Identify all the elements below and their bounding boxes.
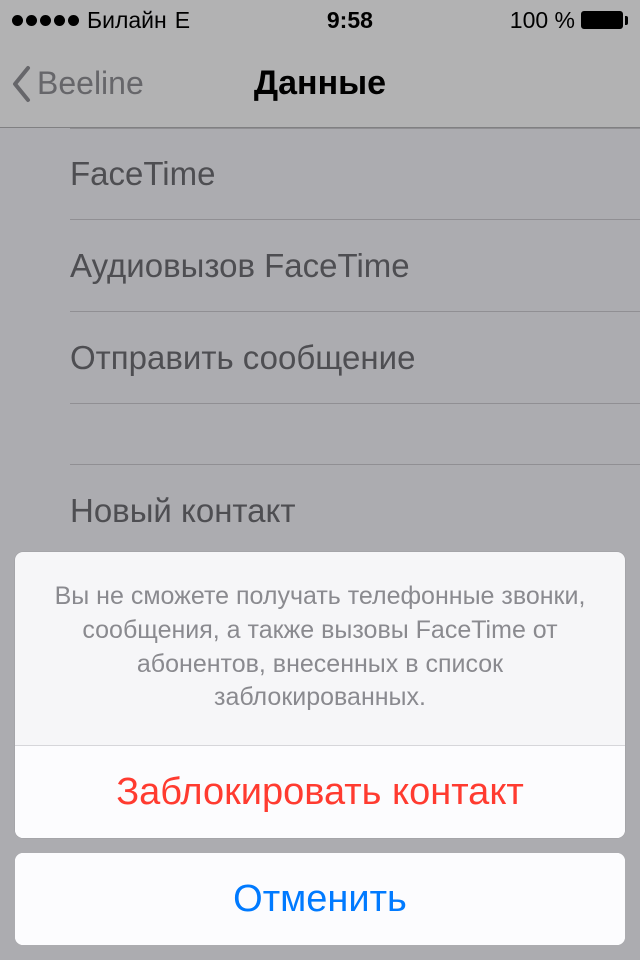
- clock-label: 9:58: [327, 7, 373, 34]
- battery-percent-label: 100 %: [510, 7, 575, 34]
- status-bar: Билайн E 9:58 100 %: [0, 0, 640, 40]
- button-label: Заблокировать контакт: [116, 771, 524, 814]
- row-label: Отправить сообщение: [70, 339, 415, 377]
- action-sheet: Вы не сможете получать телефонные звонки…: [15, 552, 625, 945]
- row-label: FaceTime: [70, 155, 215, 193]
- back-button[interactable]: Beeline: [0, 65, 144, 103]
- row-new-contact[interactable]: Новый контакт: [70, 464, 640, 556]
- navigation-bar: Beeline Данные: [0, 40, 640, 128]
- row-label: Аудиовызов FaceTime: [70, 247, 410, 285]
- row-facetime-audio[interactable]: Аудиовызов FaceTime: [70, 220, 640, 312]
- battery-icon: [581, 11, 628, 29]
- network-type-label: E: [175, 7, 190, 34]
- chevron-left-icon: [10, 65, 32, 103]
- signal-strength-icon: [12, 15, 79, 26]
- row-facetime[interactable]: FaceTime: [70, 128, 640, 220]
- row-send-message[interactable]: Отправить сообщение: [70, 312, 640, 404]
- back-label: Beeline: [37, 65, 144, 102]
- options-list: FaceTime Аудиовызов FaceTime Отправить с…: [0, 128, 640, 556]
- carrier-label: Билайн: [87, 7, 167, 34]
- button-label: Отменить: [233, 878, 407, 921]
- row-label: Новый контакт: [70, 492, 295, 530]
- cancel-button[interactable]: Отменить: [15, 853, 625, 945]
- action-sheet-message: Вы не сможете получать телефонные звонки…: [15, 552, 625, 746]
- block-contact-button[interactable]: Заблокировать контакт: [15, 746, 625, 838]
